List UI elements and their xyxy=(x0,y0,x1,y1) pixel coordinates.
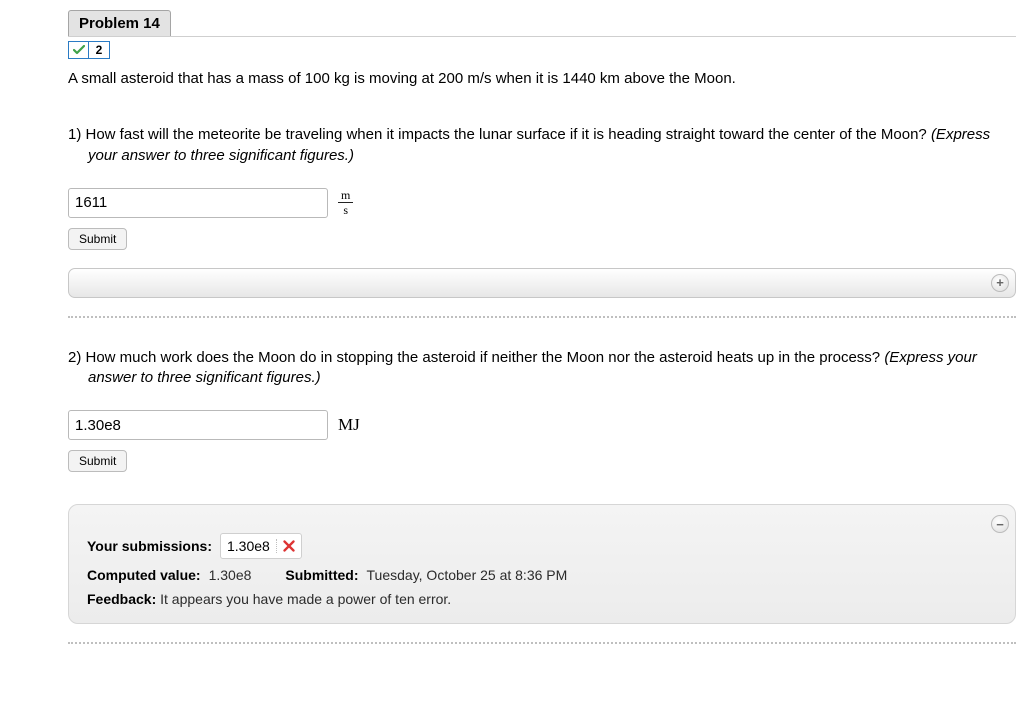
problem-tab[interactable]: Problem 14 xyxy=(68,10,171,36)
divider xyxy=(68,316,1016,318)
submitted-label: Submitted: xyxy=(285,567,358,583)
check-icon xyxy=(68,41,88,59)
feedback-panel: − Your submissions: 1.30e8 Computed valu… xyxy=(68,504,1016,624)
question-2-text: 2) How much work does the Moon do in sto… xyxy=(88,348,1016,389)
problem-title: Problem 14 xyxy=(79,15,160,32)
attempt-count: 2 xyxy=(88,41,110,59)
divider xyxy=(68,642,1016,644)
submit-button-2[interactable]: Submit xyxy=(68,450,127,472)
computed-value: 1.30e8 xyxy=(209,567,252,583)
answer-input-1[interactable] xyxy=(68,188,328,218)
submit-button-1[interactable]: Submit xyxy=(68,228,127,250)
submitted-value: Tuesday, October 25 at 8:36 PM xyxy=(367,567,568,583)
minus-icon[interactable]: − xyxy=(991,515,1009,533)
your-submissions-label: Your submissions: xyxy=(87,538,212,554)
answer-input-2[interactable] xyxy=(68,410,328,440)
feedback-expander-1[interactable]: + xyxy=(68,268,1016,298)
feedback-label: Feedback: xyxy=(87,591,156,607)
x-icon xyxy=(283,540,295,552)
status-badge: 2 xyxy=(68,41,1016,59)
plus-icon[interactable]: + xyxy=(991,274,1009,292)
submission-value: 1.30e8 xyxy=(227,538,270,554)
computed-value-label: Computed value: xyxy=(87,567,201,583)
unit-mj: MJ xyxy=(338,415,360,435)
submission-chip: 1.30e8 xyxy=(220,533,302,559)
unit-m-per-s: m s xyxy=(338,189,353,216)
feedback-text: It appears you have made a power of ten … xyxy=(160,591,451,607)
question-1-text: 1) How fast will the meteorite be travel… xyxy=(88,125,1016,166)
question-2: 2) How much work does the Moon do in sto… xyxy=(68,348,1016,625)
problem-intro: A small asteroid that has a mass of 100 … xyxy=(68,69,1016,89)
question-1: 1) How fast will the meteorite be travel… xyxy=(68,125,1016,298)
